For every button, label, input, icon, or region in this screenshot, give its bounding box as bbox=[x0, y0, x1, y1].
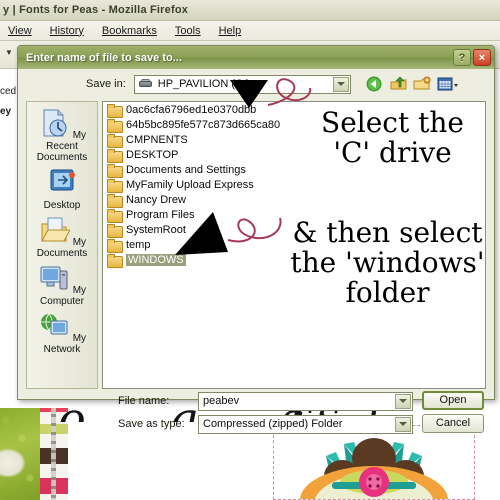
folder-icon bbox=[107, 163, 123, 178]
obscured-page-text-1: ced bbox=[0, 86, 17, 97]
file-name-label: SystemRoot bbox=[126, 223, 186, 236]
browser-window-title: y | Fonts for Peas - Mozilla Firefox bbox=[3, 4, 189, 16]
place-my-recent-documents[interactable]: My Recent Documents bbox=[27, 108, 97, 163]
menu-bookmarks-label: Bookmarks bbox=[101, 24, 157, 37]
file-name-label: Program Files bbox=[126, 208, 195, 221]
places-sidebar: My Recent Documents Desktop My Documents… bbox=[26, 101, 98, 389]
place-my-network[interactable]: My Network bbox=[27, 311, 97, 355]
folder-icon bbox=[107, 118, 123, 133]
dialog-toolbar bbox=[365, 76, 458, 93]
file-name-value: peabev bbox=[203, 395, 240, 407]
menu-history-label: History bbox=[49, 24, 84, 37]
file-name-label: WINDOWS bbox=[126, 253, 186, 266]
chevron-down-icon[interactable] bbox=[332, 76, 349, 92]
page-decor-photo-frame bbox=[273, 425, 475, 500]
chevron-down-icon[interactable] bbox=[395, 416, 411, 432]
file-name-label: Nancy Drew bbox=[126, 193, 186, 206]
turkey-graphic bbox=[300, 438, 448, 499]
chevron-down-icon[interactable]: ▼ bbox=[4, 48, 14, 58]
folder-icon bbox=[107, 223, 123, 238]
cancel-button[interactable]: Cancel bbox=[422, 414, 484, 433]
open-button[interactable]: Open bbox=[422, 391, 484, 410]
save-as-type-value: Compressed (zipped) Folder bbox=[203, 418, 343, 430]
list-item[interactable]: Nancy Drew bbox=[103, 192, 485, 208]
folder-icon bbox=[107, 238, 123, 253]
menu-help-label: Help bbox=[218, 24, 242, 37]
my-documents-icon bbox=[38, 217, 73, 248]
chevron-down-icon[interactable] bbox=[395, 393, 411, 409]
dialog-window-buttons: ? × bbox=[453, 49, 491, 66]
annotation-text-select-windows-folder: & then select the 'windows' folder bbox=[290, 216, 485, 309]
file-name-label: MyFamily Upload Express bbox=[126, 178, 254, 191]
file-name-input[interactable]: peabev bbox=[198, 391, 413, 411]
dialog-titlebar: Enter name of file to save to... ? × bbox=[18, 46, 494, 69]
folder-icon bbox=[107, 133, 123, 148]
list-item[interactable]: MyFamily Upload Express bbox=[103, 177, 485, 193]
place-label: Desktop bbox=[43, 200, 81, 211]
file-name-label: Documents and Settings bbox=[126, 163, 246, 176]
hard-drive-icon bbox=[138, 77, 154, 91]
folder-icon bbox=[107, 208, 123, 223]
file-name-label: DESKTOP bbox=[126, 148, 179, 161]
save-in-label: Save in: bbox=[86, 78, 126, 90]
folder-icon bbox=[107, 253, 123, 268]
obscured-page-text-2: ey bbox=[0, 106, 12, 117]
folder-icon bbox=[107, 148, 123, 163]
file-name-label-static: File name: bbox=[118, 395, 170, 407]
save-in-combobox[interactable]: HP_PAVILION (C:) bbox=[133, 74, 351, 94]
place-desktop[interactable]: Desktop bbox=[27, 167, 97, 211]
menu-help[interactable]: Help bbox=[217, 24, 244, 38]
browser-menubar[interactable]: View History Bookmarks Tools Help bbox=[0, 21, 500, 41]
menu-tools-label: Tools bbox=[174, 24, 201, 37]
file-name-label: temp bbox=[126, 238, 151, 251]
desktop-icon bbox=[46, 169, 78, 200]
menu-bookmarks[interactable]: Bookmarks bbox=[100, 24, 159, 38]
file-name-label: 64b5bc895fe577c873d665ca80 bbox=[126, 118, 281, 131]
views-icon[interactable] bbox=[437, 76, 458, 93]
folder-icon bbox=[107, 193, 123, 208]
menu-tools[interactable]: Tools bbox=[173, 24, 203, 38]
menu-history[interactable]: History bbox=[48, 24, 86, 38]
my-network-icon bbox=[38, 313, 73, 344]
new-folder-icon[interactable] bbox=[413, 76, 432, 93]
dialog-title: Enter name of file to save to... bbox=[26, 51, 182, 64]
save-in-row: Save in: HP_PAVILION (C:) bbox=[18, 69, 494, 99]
back-icon[interactable] bbox=[365, 76, 384, 93]
close-icon[interactable]: × bbox=[473, 49, 491, 66]
place-my-computer[interactable]: My Computer bbox=[27, 263, 97, 307]
folder-icon bbox=[107, 178, 123, 193]
menu-view[interactable]: View bbox=[6, 24, 34, 38]
file-name-label: CMPNENTS bbox=[126, 133, 188, 146]
save-as-type-combobox[interactable]: Compressed (zipped) Folder bbox=[198, 414, 413, 434]
place-my-documents[interactable]: My Documents bbox=[27, 215, 97, 259]
annotation-text-select-c-drive: Select the 'C' drive bbox=[321, 106, 464, 169]
browser-titlebar: y | Fonts for Peas - Mozilla Firefox bbox=[0, 0, 500, 21]
my-computer-icon bbox=[38, 266, 73, 296]
save-in-value: HP_PAVILION (C:) bbox=[157, 78, 250, 90]
menu-view-label: View bbox=[8, 24, 32, 37]
help-icon[interactable]: ? bbox=[453, 49, 471, 66]
save-as-type-label: Save as type: bbox=[118, 418, 185, 430]
up-one-level-icon[interactable] bbox=[389, 76, 408, 93]
file-name-label: 0ac6cfa6796ed1e0370dbb bbox=[126, 103, 257, 116]
folder-icon bbox=[107, 103, 123, 118]
recent-documents-icon bbox=[38, 109, 73, 141]
